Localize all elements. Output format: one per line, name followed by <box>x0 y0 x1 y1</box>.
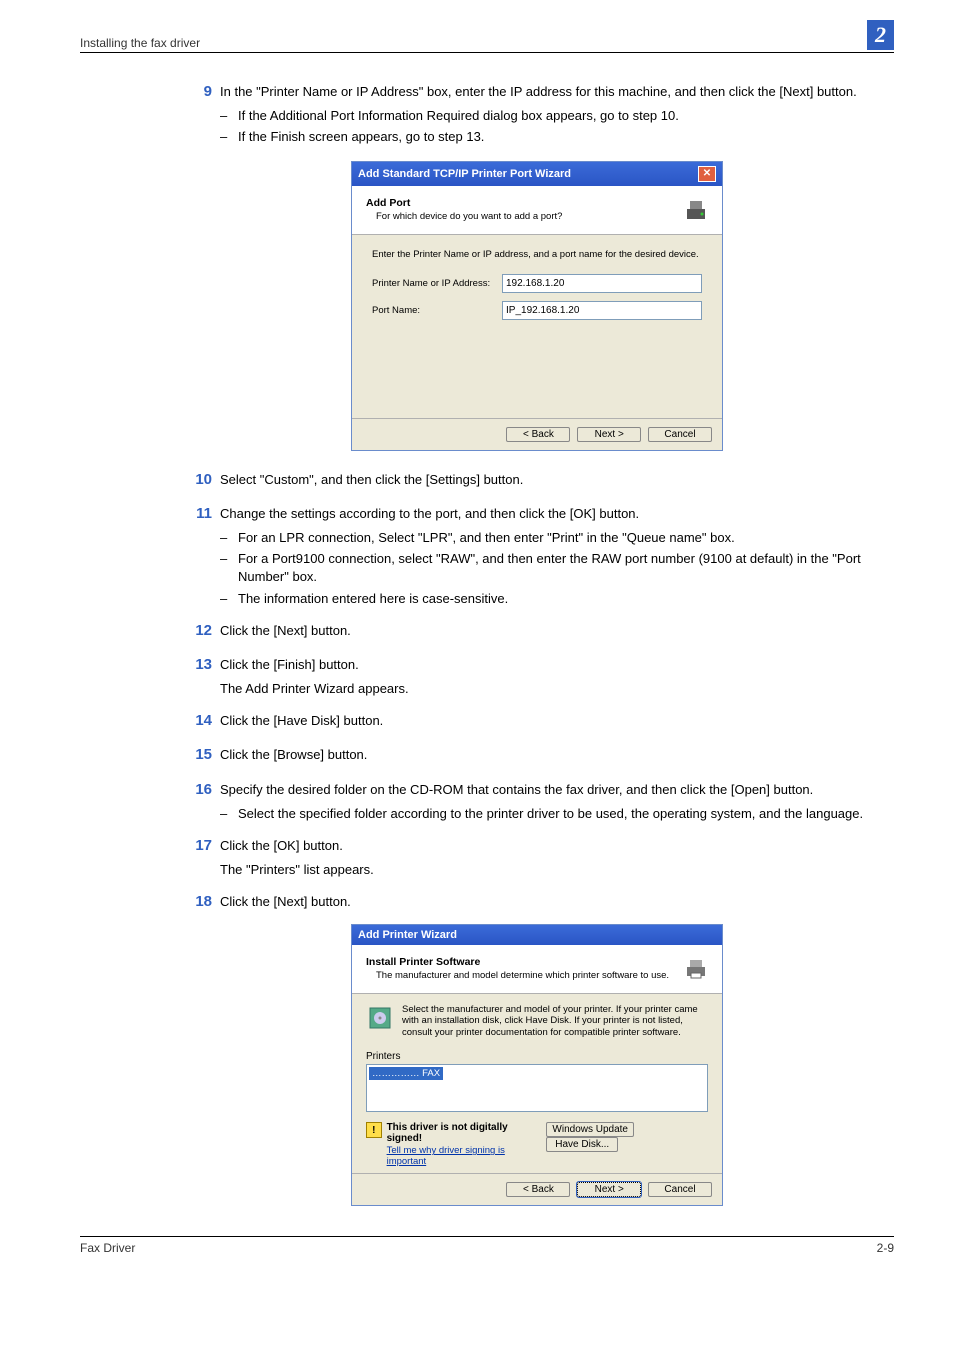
dialog-title: Add Standard TCP/IP Printer Port Wizard <box>358 168 571 180</box>
network-printer-icon <box>680 194 712 226</box>
sub-item: If the Additional Port Information Requi… <box>238 107 679 125</box>
step-text: Click the [Have Disk] button. <box>220 712 894 730</box>
dialog-title: Add Printer Wizard <box>358 929 457 941</box>
sub-item: Select the specified folder according to… <box>238 805 863 823</box>
dialog-subheading: For which device do you want to add a po… <box>376 211 562 222</box>
dialog-heading: Add Port <box>366 197 410 209</box>
back-button[interactable]: < Back <box>506 1182 570 1197</box>
add-printer-wizard-dialog: Add Printer Wizard Install Printer Softw… <box>351 924 723 1207</box>
step-number: 17 <box>180 837 220 854</box>
tcpip-port-wizard-dialog: Add Standard TCP/IP Printer Port Wizard … <box>351 161 723 451</box>
step-text: Click the [Browse] button. <box>220 746 894 764</box>
dialog-info-text: Select the manufacturer and model of you… <box>402 1004 708 1040</box>
sub-item: The information entered here is case-sen… <box>238 590 508 608</box>
have-disk-button[interactable]: Have Disk... <box>546 1137 618 1152</box>
step-text: Click the [Next] button. <box>220 622 894 640</box>
step-number: 13 <box>180 656 220 673</box>
sub-item: If the Finish screen appears, go to step… <box>238 128 484 146</box>
step-note: The Add Printer Wizard appears. <box>220 680 894 698</box>
dialog-subheading: The manufacturer and model determine whi… <box>376 970 669 981</box>
step-text: Change the settings according to the por… <box>220 505 894 523</box>
step-text: Specify the desired folder on the CD-ROM… <box>220 781 894 799</box>
step-number: 12 <box>180 622 220 639</box>
page-footer: Fax Driver 2-9 <box>80 1236 894 1255</box>
back-button[interactable]: < Back <box>506 427 570 442</box>
warning-icon: ! <box>366 1122 382 1138</box>
step-number: 18 <box>180 893 220 910</box>
disk-icon <box>366 1004 394 1032</box>
ip-address-input[interactable]: 192.168.1.20 <box>502 274 702 293</box>
page-header: Installing the fax driver 2 <box>80 20 894 53</box>
sub-item: For a Port9100 connection, select "RAW",… <box>238 550 894 586</box>
step-number: 15 <box>180 746 220 763</box>
ip-address-label: Printer Name or IP Address: <box>372 278 502 289</box>
chapter-number: 2 <box>867 20 894 50</box>
windows-update-button[interactable]: Windows Update <box>546 1122 634 1137</box>
next-button[interactable]: Next > <box>577 427 641 442</box>
section-title: Installing the fax driver <box>80 36 200 50</box>
printer-icon <box>680 953 712 985</box>
step-number: 10 <box>180 471 220 488</box>
next-button[interactable]: Next > <box>577 1182 641 1197</box>
step-text: In the "Printer Name or IP Address" box,… <box>220 83 894 101</box>
footer-left: Fax Driver <box>80 1241 135 1255</box>
printers-list-label: Printers <box>366 1051 708 1062</box>
dialog-heading: Install Printer Software <box>366 956 480 968</box>
sub-item: For an LPR connection, Select "LPR", and… <box>238 529 735 547</box>
step-number: 9 <box>180 83 220 100</box>
dialog-instruction: Enter the Printer Name or IP address, an… <box>372 249 702 260</box>
cancel-button[interactable]: Cancel <box>648 427 712 442</box>
step-number: 11 <box>180 505 220 522</box>
step-text: Select "Custom", and then click the [Set… <box>220 471 894 489</box>
list-item[interactable]: …………… FAX <box>369 1067 443 1080</box>
signing-link[interactable]: Tell me why driver signing is important <box>387 1145 543 1167</box>
close-icon[interactable]: ✕ <box>698 166 716 182</box>
step-number: 14 <box>180 712 220 729</box>
footer-right: 2-9 <box>877 1241 894 1255</box>
printers-list[interactable]: …………… FAX <box>366 1064 708 1112</box>
step-note: The "Printers" list appears. <box>220 861 894 879</box>
port-name-input[interactable]: IP_192.168.1.20 <box>502 301 702 320</box>
step-number: 16 <box>180 781 220 798</box>
step-text: Click the [Next] button. <box>220 893 894 911</box>
step-text: Click the [Finish] button. <box>220 656 894 674</box>
signing-warning: This driver is not digitally signed! <box>387 1122 508 1144</box>
cancel-button[interactable]: Cancel <box>648 1182 712 1197</box>
step-text: Click the [OK] button. <box>220 837 894 855</box>
port-name-label: Port Name: <box>372 305 502 316</box>
